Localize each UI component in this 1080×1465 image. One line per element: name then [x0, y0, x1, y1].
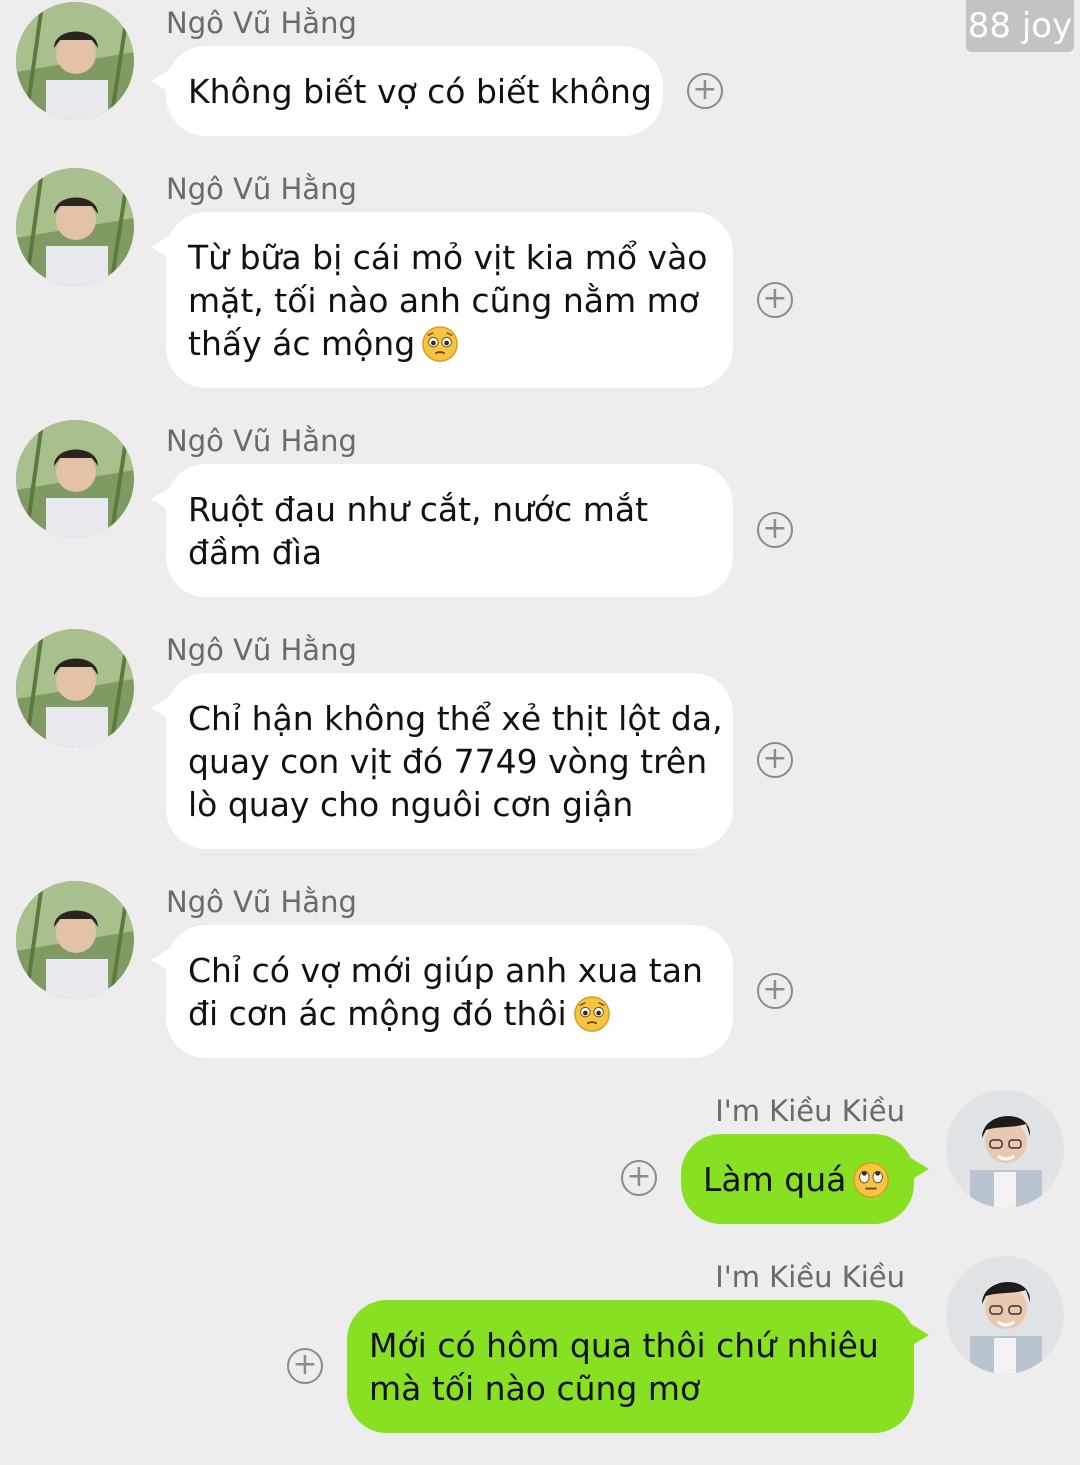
message-bubble[interactable]: Mới có hôm qua thôi chứ nhiêu mà tối nào…	[347, 1300, 929, 1433]
message-text: Mới có hôm qua thôi chứ nhiêu	[369, 1326, 879, 1365]
message-bubble[interactable]: Chỉ có vợ mới giúp anh xua tan đi cơn ác…	[151, 925, 733, 1058]
sender-name: I'm Kiều Kiều	[715, 1260, 905, 1294]
message-bubble[interactable]: Từ bữa bị cái mỏ vịt kia mổ vào mặt, tối…	[151, 212, 733, 388]
avatar[interactable]	[16, 881, 134, 999]
sender-name: Ngô Vũ Hằng	[166, 885, 357, 919]
watermark: 88 joy	[966, 0, 1074, 52]
message-text: Làm quá	[703, 1160, 847, 1199]
message-bubble[interactable]: Chỉ hận không thể xẻ thịt lột da, quay c…	[151, 673, 733, 849]
message-bubble[interactable]: Làm quá	[681, 1134, 929, 1224]
bubble-tail	[151, 488, 169, 510]
sender-name: Ngô Vũ Hằng	[166, 424, 357, 458]
avatar[interactable]	[16, 629, 134, 747]
bubble-tail	[151, 70, 169, 92]
add-reaction-icon[interactable]: +	[687, 73, 723, 109]
sender-name: I'm Kiều Kiều	[715, 1094, 905, 1128]
message-text: thấy ác mộng	[188, 324, 416, 363]
add-reaction-icon[interactable]: +	[621, 1160, 657, 1196]
avatar[interactable]	[16, 420, 134, 538]
add-reaction-icon[interactable]: +	[287, 1348, 323, 1384]
sender-name: Ngô Vũ Hằng	[166, 172, 357, 206]
message-text: Ruột đau như cắt, nước mắt	[188, 490, 649, 529]
pleading-face-icon	[422, 326, 458, 362]
message-text: lò quay cho nguôi cơn giận	[188, 785, 634, 824]
sender-name: Ngô Vũ Hằng	[166, 6, 357, 40]
message-text: đầm đìa	[188, 533, 323, 572]
message-text: mà tối nào cũng mơ	[369, 1369, 701, 1408]
message-text: mặt, tối nào anh cũng nằm mơ	[188, 281, 699, 320]
eye-roll-face-icon	[853, 1162, 890, 1198]
pleading-face-icon	[573, 996, 610, 1032]
add-reaction-icon[interactable]: +	[757, 973, 793, 1009]
bubble-tail	[911, 1158, 929, 1180]
message-text: Không biết vợ có biết không	[188, 72, 652, 111]
message-bubble[interactable]: Không biết vợ có biết không	[151, 46, 663, 136]
avatar[interactable]	[16, 2, 134, 120]
sender-name: Ngô Vũ Hằng	[166, 633, 357, 667]
message-text: Chỉ hận không thể xẻ thịt lột da,	[188, 699, 723, 738]
add-reaction-icon[interactable]: +	[757, 512, 793, 548]
message-text: đi cơn ác mộng đó thôi	[188, 994, 567, 1033]
bubble-tail	[151, 236, 169, 258]
avatar[interactable]	[946, 1256, 1064, 1374]
message-text: Từ bữa bị cái mỏ vịt kia mổ vào	[188, 238, 708, 277]
add-reaction-icon[interactable]: +	[757, 742, 793, 778]
avatar[interactable]	[946, 1090, 1064, 1208]
avatar[interactable]	[16, 168, 134, 286]
message-bubble[interactable]: Ruột đau như cắt, nước mắt đầm đìa	[151, 464, 733, 597]
add-reaction-icon[interactable]: +	[757, 282, 793, 318]
message-text: quay con vịt đó 7749 vòng trên	[188, 742, 708, 781]
bubble-tail	[911, 1324, 929, 1346]
bubble-tail	[151, 949, 169, 971]
message-text: Chỉ có vợ mới giúp anh xua tan	[188, 951, 703, 990]
bubble-tail	[151, 697, 169, 719]
